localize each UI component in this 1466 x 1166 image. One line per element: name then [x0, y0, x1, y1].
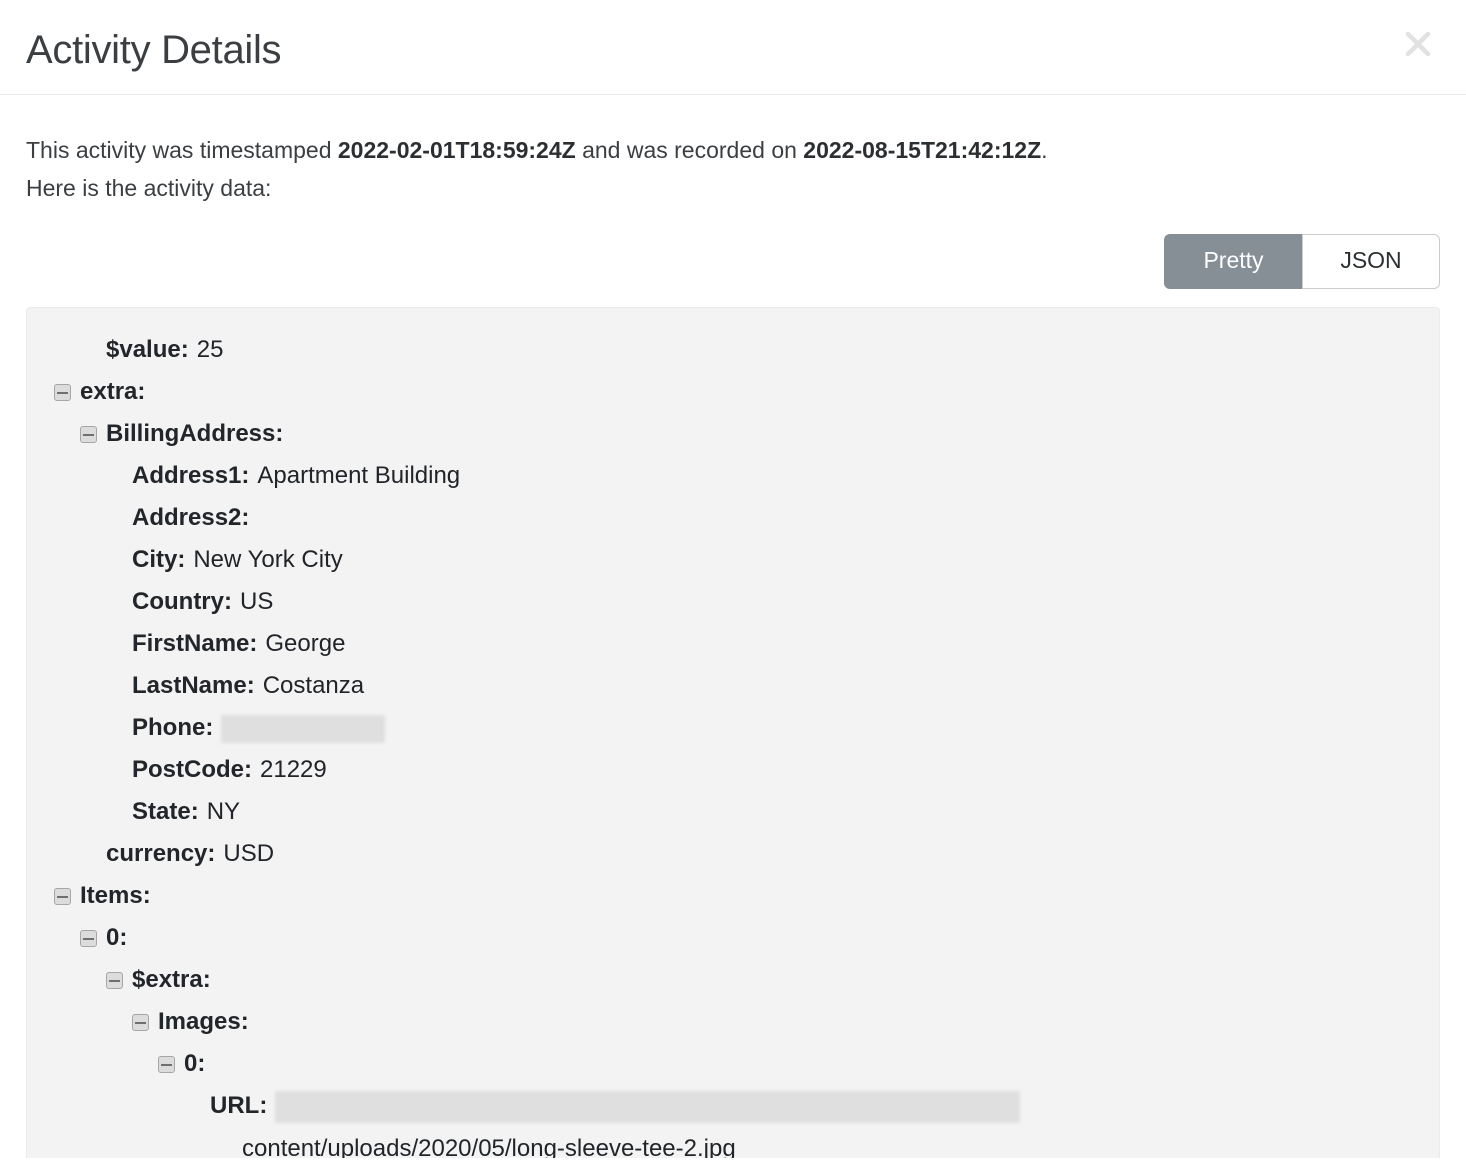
tree-row: Country: US	[27, 582, 1439, 624]
collapse-toggle-icon[interactable]	[54, 888, 71, 905]
tree-node-value: George	[265, 631, 345, 657]
tree-node-key: extra:	[80, 379, 145, 405]
tree-node-key: 0:	[106, 925, 127, 951]
tree-row: $extra:	[27, 960, 1439, 1002]
overflow-cut-line-wrap: content/uploads/2020/05/long-sleeve-tee-…	[27, 1128, 1439, 1158]
timestamped-at-value: 2022-02-01T18:59:24Z	[338, 137, 576, 163]
tree-node-key: LastName:	[132, 673, 255, 699]
view-toggle-group[interactable]: Pretty JSON	[1164, 234, 1440, 289]
tree-node-key: Images:	[158, 1009, 249, 1035]
page-title: Activity Details	[26, 28, 1440, 72]
tree-row: Images:	[27, 1002, 1439, 1044]
tree-row: BillingAddress:	[27, 414, 1439, 456]
intro-line-two: Here is the activity data:	[26, 175, 271, 201]
modal-body: This activity was timestamped 2022-02-01…	[0, 132, 1466, 1158]
tree-row: Items:	[27, 876, 1439, 918]
redacted-value	[275, 1091, 1020, 1123]
tree-row: LastName: Costanza	[27, 666, 1439, 708]
collapse-toggle-icon[interactable]	[80, 930, 97, 947]
close-button[interactable]	[1396, 22, 1440, 66]
collapse-toggle-icon[interactable]	[158, 1056, 175, 1073]
tree-node-value: Apartment Building	[257, 463, 460, 489]
tree-row: currency: USD	[27, 834, 1439, 876]
tree-node-value: 21229	[260, 757, 327, 783]
collapse-toggle-icon[interactable]	[80, 426, 97, 443]
tree-node-value: Costanza	[263, 673, 364, 699]
tree-node-key: Address2:	[132, 505, 249, 531]
tree-row: Phone:	[27, 708, 1439, 750]
tree-row: PostCode: 21229	[27, 750, 1439, 792]
redacted-value	[221, 715, 385, 743]
tree-node-key: $value:	[106, 337, 189, 363]
intro-middle: and was recorded on	[576, 137, 804, 163]
tree-row: 0:	[27, 918, 1439, 960]
tab-json[interactable]: JSON	[1302, 234, 1440, 289]
tree-node-key: Phone:	[132, 715, 213, 741]
tree-node-value: New York City	[193, 547, 342, 573]
tree-row: Address1: Apartment Building	[27, 456, 1439, 498]
collapse-toggle-icon[interactable]	[106, 972, 123, 989]
tree-node-key: currency:	[106, 841, 215, 867]
view-toggle-row: Pretty JSON	[26, 234, 1440, 289]
tree-node-key: 0:	[184, 1051, 205, 1077]
close-icon	[1403, 29, 1433, 59]
intro-suffix: .	[1041, 137, 1047, 163]
tree-row: Address2:	[27, 498, 1439, 540]
tree-node-value: 25	[197, 337, 224, 363]
collapse-toggle-icon[interactable]	[54, 384, 71, 401]
tree-node-value: NY	[207, 799, 240, 825]
tree-node-key: Items:	[80, 883, 151, 909]
activity-data-panel[interactable]: $value:25extra:BillingAddress:Address1:A…	[26, 307, 1440, 1158]
tree-node-key: City:	[132, 547, 185, 573]
tree-node-key: Address1:	[132, 463, 249, 489]
tree-row: URL:	[27, 1086, 1439, 1128]
tree-row: State: NY	[27, 792, 1439, 834]
activity-intro-text: This activity was timestamped 2022-02-01…	[26, 132, 1440, 208]
tree-node-key: URL:	[210, 1093, 267, 1119]
tree-node-key: BillingAddress:	[106, 421, 283, 447]
tree-node-key: Country:	[132, 589, 232, 615]
overflow-cut-line: content/uploads/2020/05/long-sleeve-tee-…	[27, 1128, 1439, 1158]
intro-prefix: This activity was timestamped	[26, 137, 338, 163]
tree-row: extra:	[27, 372, 1439, 414]
tree-node-value: USD	[223, 841, 274, 867]
activity-data-tree: $value:25extra:BillingAddress:Address1:A…	[27, 330, 1439, 1128]
tree-node-key: PostCode:	[132, 757, 252, 783]
tree-node-value: US	[240, 589, 273, 615]
tree-row: $value: 25	[27, 330, 1439, 372]
recorded-at-value: 2022-08-15T21:42:12Z	[803, 137, 1041, 163]
tree-node-key: $extra:	[132, 967, 211, 993]
collapse-toggle-icon[interactable]	[132, 1014, 149, 1031]
tree-node-key: State:	[132, 799, 199, 825]
tree-row: City: New York City	[27, 540, 1439, 582]
tree-node-key: FirstName:	[132, 631, 257, 657]
tree-row: FirstName: George	[27, 624, 1439, 666]
modal-header: Activity Details	[0, 0, 1466, 95]
tab-pretty[interactable]: Pretty	[1164, 234, 1302, 289]
tree-row: 0:	[27, 1044, 1439, 1086]
